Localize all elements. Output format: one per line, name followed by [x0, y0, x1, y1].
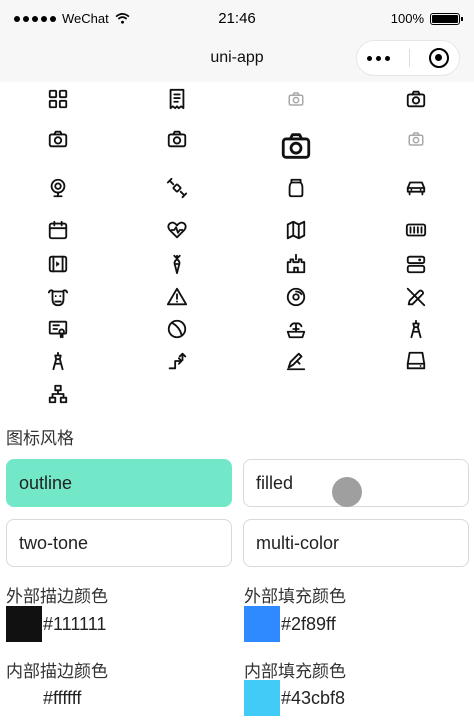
- camera-icon-disabled[interactable]: [276, 79, 316, 119]
- more-icon[interactable]: [366, 55, 390, 61]
- camera-icon[interactable]: [157, 119, 197, 159]
- webcam-icon[interactable]: [38, 168, 78, 208]
- battery-percent: 100%: [390, 11, 424, 26]
- camera-icon[interactable]: [38, 119, 78, 159]
- camera-icon[interactable]: [396, 79, 436, 119]
- inner-fill-label: 内部填充颜色: [244, 662, 346, 681]
- outer-stroke-swatch[interactable]: [6, 606, 42, 642]
- outer-stroke-value[interactable]: #111111: [43, 614, 106, 635]
- inner-stroke-value[interactable]: #ffffff: [43, 688, 81, 709]
- status-bar: WeChat 21:46 100%: [0, 0, 474, 36]
- car-icon[interactable]: [396, 168, 436, 208]
- inner-fill-swatch[interactable]: [244, 680, 280, 716]
- sign-icon[interactable]: [276, 341, 316, 381]
- style-option-outline[interactable]: outline: [6, 459, 232, 507]
- camera-icon-disabled[interactable]: [396, 119, 436, 159]
- style-option-two-tone[interactable]: two-tone: [6, 519, 232, 567]
- outer-fill-swatch[interactable]: [244, 606, 280, 642]
- outer-fill-label: 外部填充颜色: [244, 587, 346, 606]
- battery-fill: [432, 14, 458, 23]
- touch-indicator: [332, 477, 362, 507]
- grid-icon[interactable]: [38, 79, 78, 119]
- mini-program-capsule: [356, 40, 460, 76]
- close-mini-program-icon[interactable]: [429, 48, 450, 68]
- outer-fill-value[interactable]: #2f89ff: [281, 614, 336, 635]
- network-hierarchy-icon[interactable]: [38, 374, 78, 414]
- jar-icon[interactable]: [276, 168, 316, 208]
- satellite-icon[interactable]: [157, 168, 197, 208]
- content: [0, 82, 474, 414]
- outer-stroke-label: 外部描边颜色: [6, 587, 108, 606]
- icon-style-title: 图标风格: [6, 429, 74, 448]
- camera-large-icon[interactable]: [276, 126, 316, 166]
- hard-drive-icon[interactable]: [396, 341, 436, 381]
- receipt-icon[interactable]: [157, 79, 197, 119]
- inner-stroke-swatch[interactable]: [6, 680, 42, 716]
- battery-icon: [430, 12, 463, 25]
- nav-bar: uni-app: [0, 36, 474, 82]
- icon-grid: [0, 82, 474, 414]
- inner-fill-value[interactable]: #43cbf8: [281, 688, 345, 709]
- inner-stroke-label: 内部描边颜色: [6, 662, 108, 681]
- style-option-multi-color[interactable]: multi-color: [243, 519, 469, 567]
- transfer-arrows-icon[interactable]: [157, 341, 197, 381]
- capsule-divider: [408, 49, 410, 67]
